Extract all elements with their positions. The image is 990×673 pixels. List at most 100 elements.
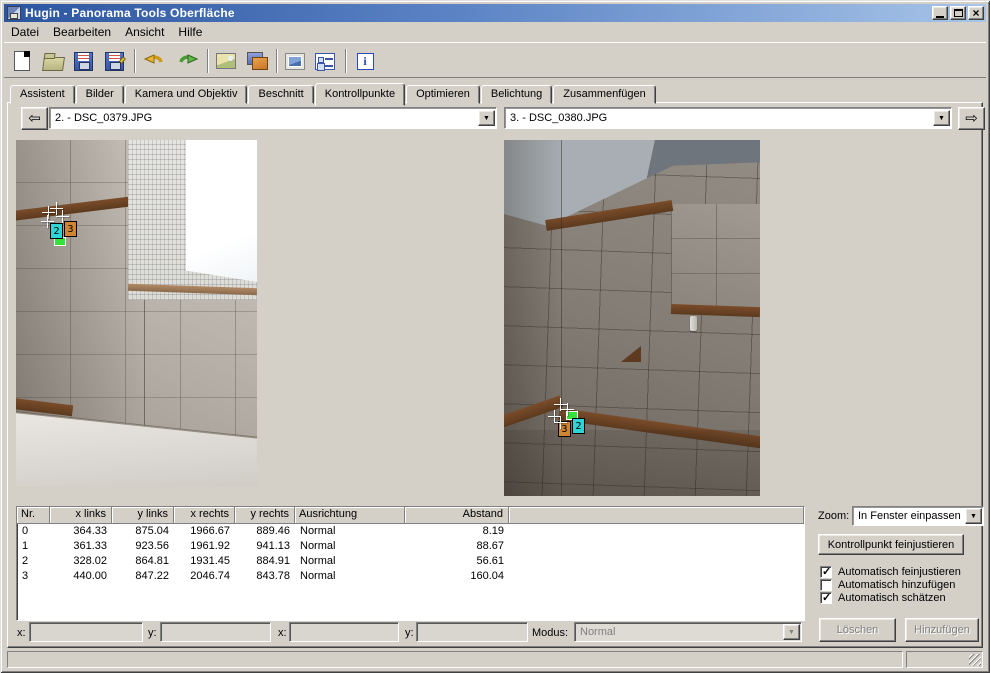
y-left-label: y: <box>148 627 157 639</box>
checkbox-row-schaetzen[interactable]: Automatisch schätzen <box>820 592 946 604</box>
add-image-series-button[interactable] <box>244 48 270 74</box>
right-image-select[interactable]: 3. - DSC_0380.JPG ▼ <box>504 107 952 129</box>
control-point-crosshair[interactable] <box>41 215 54 228</box>
control-point-marker-3[interactable]: 3 <box>64 221 77 237</box>
right-image-canvas[interactable]: 3 2 <box>504 140 760 496</box>
maximize-button[interactable] <box>950 6 966 20</box>
add-button[interactable]: Hinzufügen <box>905 618 979 642</box>
table-cell: 364.33 <box>50 524 112 539</box>
previous-image-pair-button[interactable]: ⇦ <box>21 107 48 130</box>
toolbar-separator <box>134 49 136 73</box>
left-image-select[interactable]: 2. - DSC_0379.JPG ▼ <box>49 107 497 129</box>
table-row[interactable]: 3440.00847.222046.74843.78Normal160.04 <box>17 569 804 584</box>
checkbox-label: Automatisch hinzufügen <box>838 579 955 591</box>
menu-hilfe[interactable]: Hilfe <box>171 23 209 41</box>
checkbox-row-feinjustieren[interactable]: Automatisch feinjustieren <box>820 566 961 578</box>
control-point-marker-2[interactable]: 2 <box>572 418 585 434</box>
next-image-pair-button[interactable]: ⇨ <box>958 107 985 130</box>
table-cell: 884.91 <box>235 554 295 569</box>
save-button[interactable] <box>70 48 96 74</box>
column-header[interactable]: Abstand <box>405 507 509 524</box>
minimize-button[interactable] <box>932 6 948 20</box>
modus-select[interactable]: Normal ▼ <box>574 622 802 642</box>
dropdown-arrow-icon: ▼ <box>783 624 800 640</box>
menu-datei[interactable]: Datei <box>4 23 46 41</box>
redo-button[interactable] <box>174 48 200 74</box>
open-folder-icon <box>42 57 65 71</box>
zoom-label: Zoom: <box>818 510 849 522</box>
x-right-label: x: <box>278 627 287 639</box>
checkbox-row-hinzufuegen[interactable]: Automatisch hinzufügen <box>820 579 955 591</box>
column-header[interactable]: Ausrichtung <box>295 507 405 524</box>
checkbox-automatisch-schaetzen[interactable] <box>820 592 832 604</box>
right-arrow-icon: ⇨ <box>965 111 978 126</box>
dropdown-arrow-icon[interactable]: ▼ <box>965 508 982 524</box>
y-right-input[interactable] <box>416 622 528 642</box>
control-point-crosshair[interactable] <box>561 403 574 416</box>
x-right-input[interactable] <box>289 622 399 642</box>
table-cell: 843.78 <box>235 569 295 584</box>
menu-bearbeiten[interactable]: Bearbeiten <box>46 23 118 41</box>
toolbar-separator <box>207 49 209 73</box>
tab-bilder[interactable]: Bilder <box>76 85 124 104</box>
table-cell: 88.67 <box>405 539 509 554</box>
add-image-button[interactable] <box>213 48 239 74</box>
preview-button[interactable] <box>282 48 308 74</box>
table-cell: 923.56 <box>112 539 174 554</box>
checkbox-automatisch-feinjustieren[interactable] <box>820 566 832 578</box>
table-cell: 0 <box>17 524 50 539</box>
new-file-button[interactable] <box>9 48 35 74</box>
y-right-label: y: <box>405 627 414 639</box>
tab-optimieren[interactable]: Optimieren <box>406 85 480 104</box>
control-point-table[interactable]: Nr.x linksy linksx rechtsy rechtsAusrich… <box>16 506 805 621</box>
tab-beschnitt[interactable]: Beschnitt <box>248 85 313 104</box>
x-left-label: x: <box>17 627 26 639</box>
control-point-crosshair[interactable] <box>554 416 567 429</box>
table-row[interactable]: 2328.02864.811931.45884.91Normal56.61 <box>17 554 804 569</box>
table-row[interactable]: 0364.33875.041966.67889.46Normal8.19 <box>17 524 804 539</box>
zoom-select[interactable]: In Fenster einpassen ▼ <box>852 506 984 526</box>
tab-belichtung[interactable]: Belichtung <box>481 85 552 104</box>
table-cell: 160.04 <box>405 569 509 584</box>
column-header[interactable]: Nr. <box>17 507 50 524</box>
dropdown-arrow-icon[interactable]: ▼ <box>478 110 495 126</box>
delete-button[interactable]: Löschen <box>819 618 896 642</box>
preview-panorama-icon <box>285 53 305 70</box>
save-as-button[interactable] <box>101 48 127 74</box>
table-cell: Normal <box>295 569 405 584</box>
fine-tune-button[interactable]: Kontrollpunkt feinjustieren <box>818 534 964 555</box>
resize-grip[interactable] <box>969 654 981 666</box>
menu-ansicht[interactable]: Ansicht <box>118 23 171 41</box>
tab-assistent[interactable]: Assistent <box>10 85 75 104</box>
open-button[interactable] <box>40 48 66 74</box>
title-bar: Hugin - Panorama Tools Oberfläche × <box>4 4 986 22</box>
table-cell: 1931.45 <box>174 554 235 569</box>
checkbox-automatisch-hinzufuegen[interactable] <box>820 579 832 591</box>
tab-kamera-und-objektiv[interactable]: Kamera und Objektiv <box>125 85 248 104</box>
table-cell: 941.13 <box>235 539 295 554</box>
info-button[interactable]: i <box>352 48 378 74</box>
column-header[interactable]: x links <box>50 507 112 524</box>
right-image-value: 3. - DSC_0380.JPG <box>505 112 933 124</box>
dropdown-arrow-icon[interactable]: ▼ <box>933 110 950 126</box>
status-bar-pane <box>906 651 983 668</box>
column-header[interactable]: x rechts <box>174 507 235 524</box>
undo-button[interactable] <box>142 48 168 74</box>
table-row[interactable]: 1361.33923.561961.92941.13Normal88.67 <box>17 539 804 554</box>
close-icon: × <box>972 8 979 18</box>
tab-zusammenfuegen[interactable]: Zusammenfügen <box>553 85 656 104</box>
toolbar: i <box>4 42 986 78</box>
column-header[interactable]: y rechts <box>235 507 295 524</box>
column-header[interactable]: y links <box>112 507 174 524</box>
table-cell: 56.61 <box>405 554 509 569</box>
control-point-crosshair[interactable] <box>56 210 69 223</box>
zoom-value: In Fenster einpassen <box>853 510 965 522</box>
table-cell: 1 <box>17 539 50 554</box>
x-left-input[interactable] <box>29 622 143 642</box>
y-left-input[interactable] <box>160 622 271 642</box>
left-image-canvas[interactable]: 2 3 <box>16 140 257 486</box>
control-point-list-button[interactable] <box>312 48 338 74</box>
close-button[interactable]: × <box>968 6 984 20</box>
tab-kontrollpunkte[interactable]: Kontrollpunkte <box>315 83 405 106</box>
table-cell: 2 <box>17 554 50 569</box>
